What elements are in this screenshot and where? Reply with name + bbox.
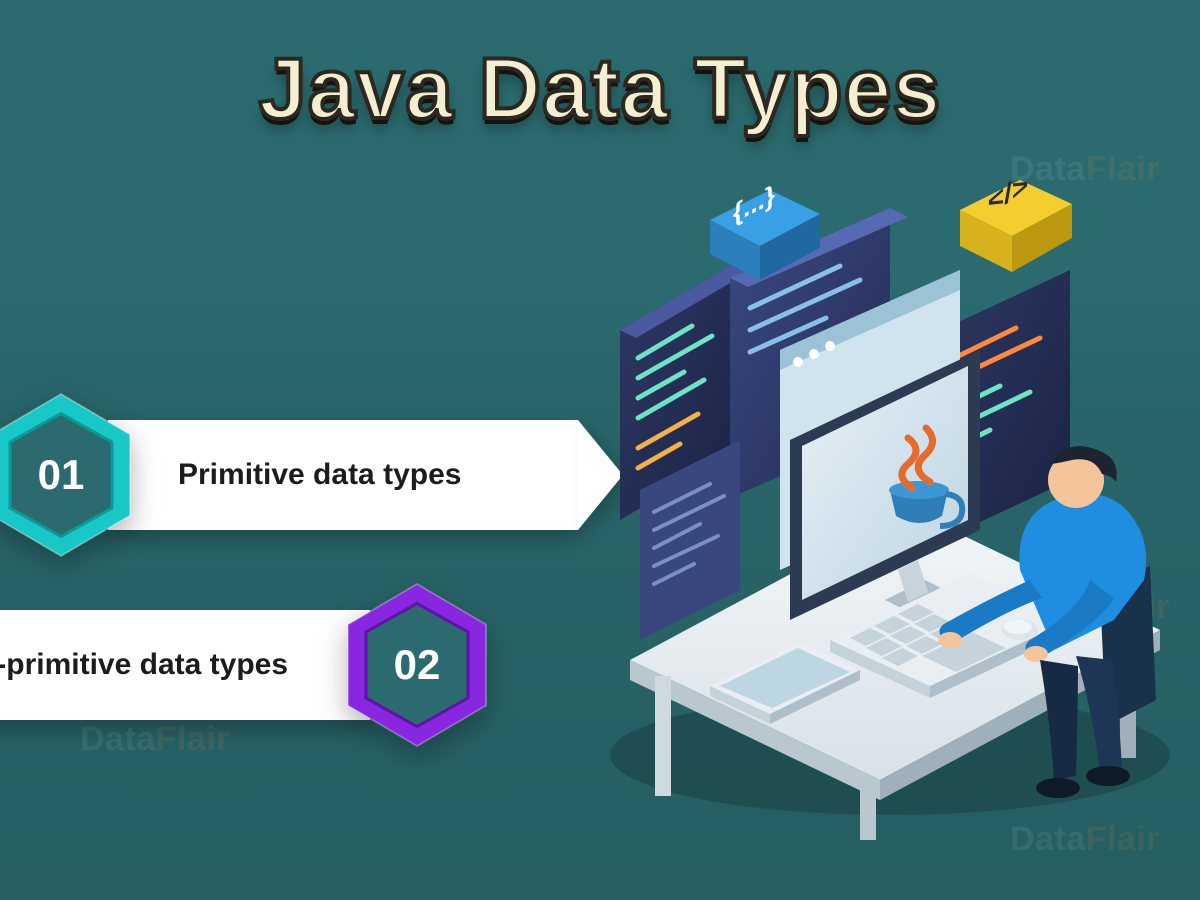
- list-item-nonprimitive: Non-primitive data types 02: [0, 580, 492, 750]
- mouse-icon: [1002, 620, 1038, 640]
- watermark-logo: DataFlair: [1010, 150, 1160, 189]
- list-item-primitive: 01 Primitive data types: [0, 390, 578, 560]
- item-number: 01: [38, 451, 85, 499]
- page-title: Java Data Types: [0, 40, 1200, 139]
- programmer-illustration: {...} </>: [560, 200, 1180, 850]
- item-label-box: Primitive data types: [108, 420, 578, 530]
- item-label: Non-primitive data types: [0, 648, 310, 682]
- item-label-box: Non-primitive data types: [0, 610, 370, 720]
- hex-badge-01: 01: [0, 390, 136, 560]
- item-label: Primitive data types: [178, 458, 461, 492]
- hex-badge-02: 02: [342, 580, 492, 750]
- item-number: 02: [394, 641, 441, 689]
